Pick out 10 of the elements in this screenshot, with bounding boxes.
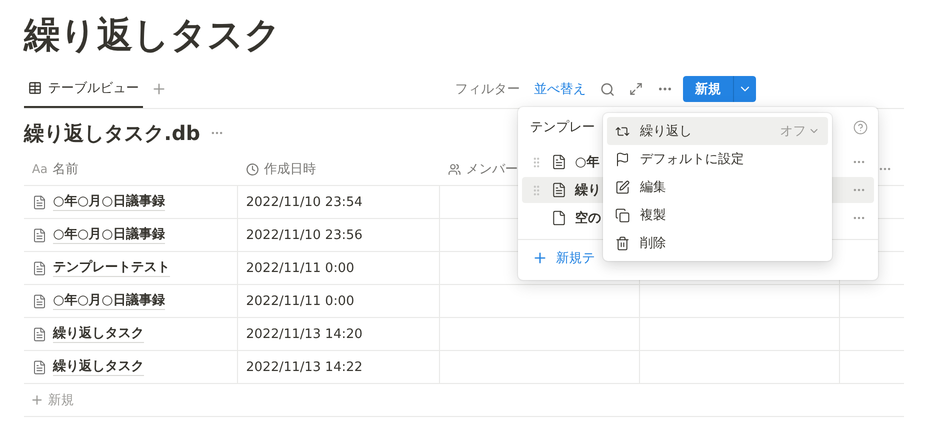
created-time: 2022/11/13 14:20 — [246, 326, 363, 342]
popover-title: テンプレー — [530, 119, 595, 136]
created-time: 2022/11/13 14:22 — [246, 360, 363, 374]
text-type-icon: Aa — [32, 162, 48, 176]
database-title: 繰り返しタスク.db — [24, 120, 200, 146]
created-time: 2022/11/10 23:56 — [246, 228, 363, 242]
created-time: 2022/11/11 0:00 — [246, 260, 354, 276]
created-time: 2022/11/11 0:00 — [246, 294, 354, 308]
page-title: 繰り返しタスク — [24, 14, 282, 58]
created-time: 2022/11/10 23:54 — [246, 194, 363, 210]
